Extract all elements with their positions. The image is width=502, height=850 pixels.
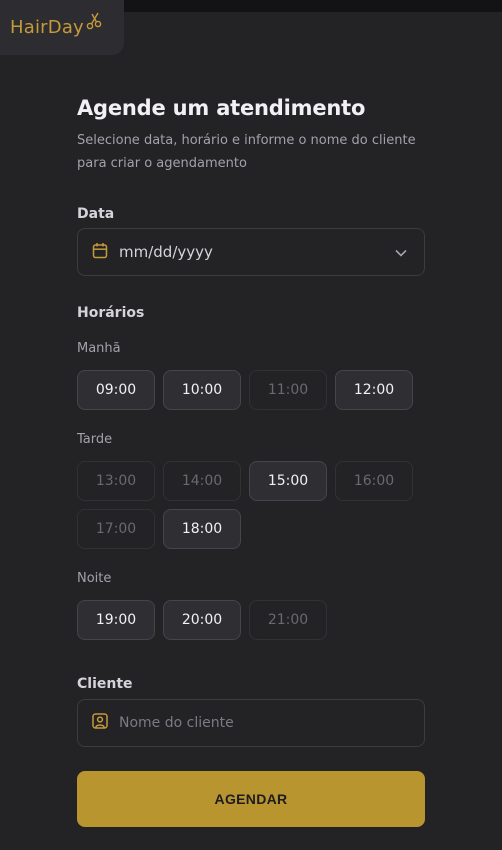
time-slot-1300: 13:00 xyxy=(77,461,155,501)
user-square-icon xyxy=(92,713,108,733)
time-slot-1900[interactable]: 19:00 xyxy=(77,600,155,640)
time-slot-1700: 17:00 xyxy=(77,509,155,549)
client-field[interactable] xyxy=(77,699,425,747)
period-label-night: Noite xyxy=(77,571,112,586)
time-slot-1100: 11:00 xyxy=(249,370,327,410)
page-subtitle: Selecione data, horário e informe o nome… xyxy=(77,133,416,171)
date-label: Data xyxy=(77,206,115,222)
calendar-icon xyxy=(92,242,108,263)
logo: HairDay xyxy=(0,0,124,55)
period-label-morning: Manhã xyxy=(77,341,121,356)
time-slot-1500[interactable]: 15:00 xyxy=(249,461,327,501)
time-slot-0900[interactable]: 09:00 xyxy=(77,370,155,410)
time-slot-1400: 14:00 xyxy=(163,461,241,501)
schedule-button[interactable]: AGENDAR xyxy=(77,771,425,827)
client-name-input[interactable] xyxy=(119,715,399,731)
time-slot-1600: 16:00 xyxy=(335,461,413,501)
page-title: Agende um atendimento xyxy=(77,96,366,120)
scheduling-form: Agende um atendimento Selecione data, ho… xyxy=(77,96,425,827)
time-slot-2000[interactable]: 20:00 xyxy=(163,600,241,640)
time-slot-1200[interactable]: 12:00 xyxy=(335,370,413,410)
date-input[interactable]: mm/dd/yyyy xyxy=(77,228,425,276)
scissors-icon xyxy=(86,12,102,34)
time-slot-1800[interactable]: 18:00 xyxy=(163,509,241,549)
logo-text: HairDay xyxy=(10,17,84,38)
time-slot-1000[interactable]: 10:00 xyxy=(163,370,241,410)
date-value: mm/dd/yyyy xyxy=(119,243,213,261)
hours-label: Horários xyxy=(77,305,145,321)
period-label-afternoon: Tarde xyxy=(77,432,113,447)
time-slot-2100: 21:00 xyxy=(249,600,327,640)
chevron-down-icon[interactable] xyxy=(394,245,408,264)
client-label: Cliente xyxy=(77,676,133,692)
